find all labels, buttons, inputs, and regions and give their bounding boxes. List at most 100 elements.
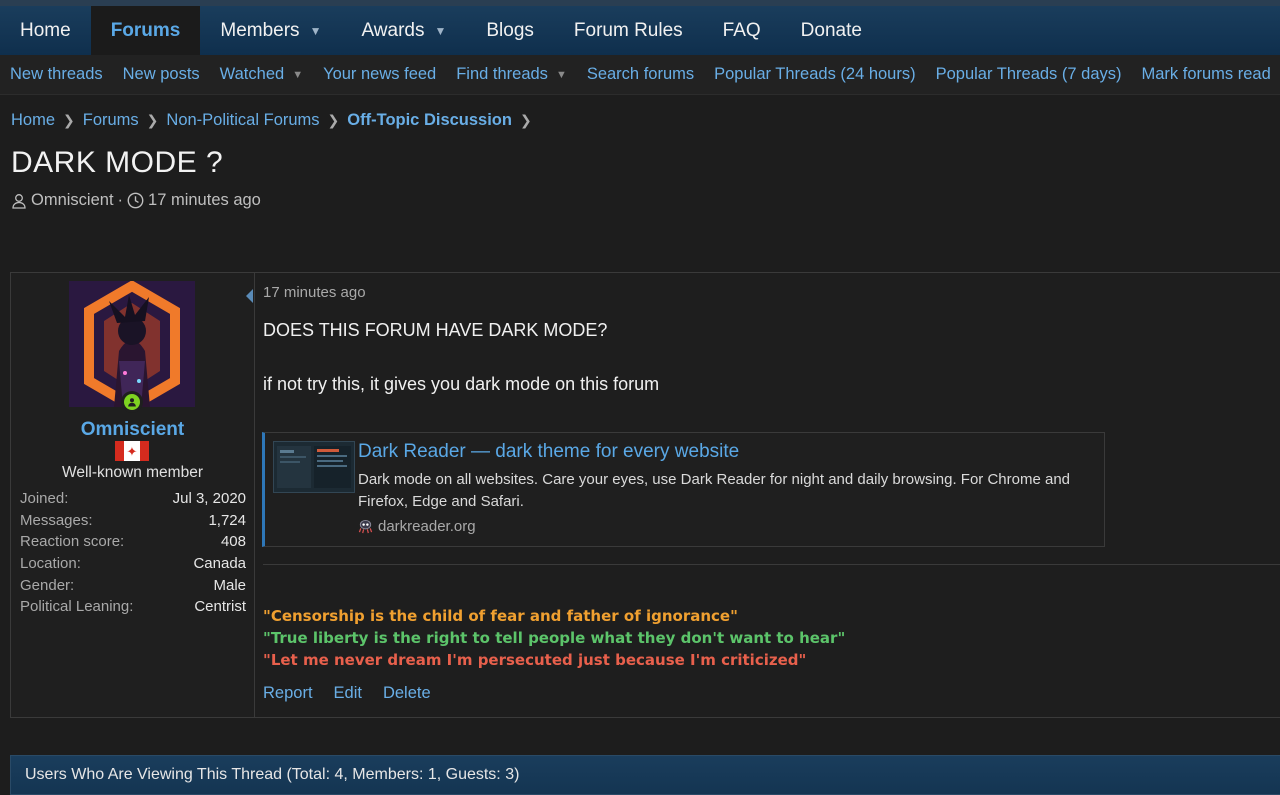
nav-tab-members[interactable]: Members ▼ (200, 6, 341, 55)
avatar[interactable] (69, 281, 195, 407)
chevron-right-icon: ❯ (146, 112, 159, 128)
user-stats: Joined: Jul 3, 2020 Messages: 1,724 Reacti… (20, 488, 246, 618)
stat-value: Centrist (194, 598, 246, 616)
stat-value[interactable]: 1,724 (208, 512, 246, 529)
subnav-label: New posts (122, 65, 200, 83)
breadcrumb-off-topic[interactable]: Off-Topic Discussion (347, 111, 512, 130)
separator-dot: · (117, 191, 124, 209)
users-viewing-label: Users Who Are Viewing This Thread (Total… (25, 766, 520, 783)
subnav-label: Search forums (586, 65, 695, 83)
chevron-right-icon: ❯ (327, 112, 340, 128)
stat-label: Reaction score: (20, 533, 125, 551)
chevron-right-icon: ❯ (63, 112, 75, 128)
nav-tab-label: Forum Rules (573, 19, 683, 41)
thread-time[interactable]: 17 minutes ago (148, 191, 261, 210)
nav-tab-blogs[interactable]: Blogs (466, 6, 554, 55)
subnav-label: Mark forums read (1141, 65, 1271, 83)
canada-flag-icon: ✦ (115, 441, 149, 461)
stat-reaction-score: Reaction score: 408 (20, 531, 246, 553)
edit-link[interactable]: Edit (334, 684, 362, 703)
signature-quote: "Censorship is the child of fear and fat… (263, 607, 738, 625)
post-actions: Report Edit Delete (263, 684, 452, 703)
subnav-popular-7d[interactable]: Popular Threads (7 days) (936, 65, 1122, 84)
subnav-label: Find threads (456, 65, 548, 83)
nav-tab-label: FAQ (722, 19, 761, 41)
subnav-label: New threads (10, 65, 103, 83)
stat-label: Messages: (20, 511, 93, 529)
link-preview-description: Dark mode on all websites. Care your eye… (358, 471, 1071, 510)
nav-tab-label: Awards (361, 19, 425, 41)
link-preview-title[interactable]: Dark Reader — dark theme for every websi… (358, 441, 739, 463)
nav-tab-label: Donate (800, 19, 862, 41)
stat-value[interactable]: Canada (193, 555, 246, 572)
signature-quote: "True liberty is the right to tell peopl… (263, 629, 846, 647)
online-status-indicator (121, 391, 143, 413)
nav-tab-awards[interactable]: Awards ▼ (341, 6, 466, 55)
report-link[interactable]: Report (263, 684, 313, 703)
thread-meta: Omniscient · 17 minutes ago (11, 191, 261, 210)
main-nav: Home Forums Members ▼ Awards ▼ Blogs Forum… (0, 6, 1280, 55)
subnav-news-feed[interactable]: Your news feed (323, 65, 436, 84)
link-preview-domain-row: darkreader.org (358, 518, 476, 535)
nav-tab-label: Home (20, 19, 71, 41)
stat-label: Location: (20, 555, 81, 573)
user-icon (12, 193, 26, 209)
subnav-find-threads[interactable]: Find threads ▼ (456, 65, 567, 84)
nav-tab-forums[interactable]: Forums (90, 6, 201, 55)
chevron-down-icon[interactable]: ▼ (556, 69, 567, 81)
stat-gender: Gender: Male (20, 574, 246, 596)
nav-tab-label: Blogs (486, 19, 534, 41)
post: Omniscient ✦ Well-known member Joined: Ju… (10, 272, 1280, 718)
subnav-new-threads[interactable]: New threads (10, 65, 103, 84)
subnav-popular-24h[interactable]: Popular Threads (24 hours) (714, 65, 915, 84)
stat-label: Political Leaning: (20, 598, 134, 616)
post-body-line: if not try this, it gives you dark mode … (263, 374, 660, 394)
breadcrumb-non-political[interactable]: Non-Political Forums (166, 111, 319, 130)
avatar-image (69, 281, 195, 407)
nav-tab-home[interactable]: Home (0, 6, 91, 55)
signature: "Censorship is the child of fear and fat… (263, 605, 845, 671)
stat-label: Joined: (20, 490, 69, 508)
sub-navigation-bar: New threads New posts Watched ▼ Your news… (0, 55, 1280, 95)
subnav-mark-forums-read[interactable]: Mark forums read (1141, 65, 1270, 84)
nav-tab-forum-rules[interactable]: Forum Rules (554, 6, 703, 55)
subnav-label: Watched (219, 65, 285, 83)
breadcrumb-forums[interactable]: Forums (83, 111, 139, 130)
link-preview-thumbnail (273, 441, 355, 493)
stat-joined: Joined: Jul 3, 2020 (20, 488, 246, 510)
nav-tab-faq[interactable]: FAQ (703, 6, 781, 55)
stat-value: Jul 3, 2020 (172, 490, 246, 508)
clock-icon (127, 192, 144, 209)
subnav-label: Your news feed (323, 65, 437, 83)
subnav-new-posts[interactable]: New posts (123, 65, 200, 84)
chevron-down-icon[interactable]: ▼ (310, 24, 322, 38)
chevron-down-icon[interactable]: ▼ (292, 69, 303, 81)
post-body-line: DOES THIS FORUM HAVE DARK MODE? (263, 320, 608, 340)
page-title: DARK MODE ? (11, 146, 224, 179)
user-title: Well-known member (62, 464, 203, 481)
stat-value: Male (213, 576, 246, 594)
nav-tab-donate[interactable]: Donate (781, 6, 882, 55)
nav-tab-label: Forums (110, 19, 181, 41)
subnav-label: Popular Threads (24 hours) (714, 65, 916, 83)
subnav-search-forums[interactable]: Search forums (587, 65, 694, 84)
breadcrumb-home[interactable]: Home (11, 111, 55, 130)
darkreader-favicon-icon (358, 519, 373, 534)
stat-political-leaning: Political Leaning: Centrist (20, 596, 246, 618)
post-arrow-indicator (246, 289, 253, 303)
signature-divider (263, 564, 1280, 565)
users-viewing-thread-header: Users Who Are Viewing This Thread (Total… (10, 755, 1280, 795)
chevron-down-icon[interactable]: ▼ (434, 24, 446, 38)
link-preview-card[interactable]: Dark Reader — dark theme for every websi… (262, 432, 1105, 547)
post-username[interactable]: Omniscient (11, 419, 254, 441)
user-online-icon (124, 394, 140, 410)
breadcrumb: Home ❯ Forums ❯ Non-Political Forums ❯ O… (11, 111, 540, 130)
subnav-watched[interactable]: Watched ▼ (220, 65, 303, 84)
post-message: 17 minutes ago DOES THIS FORUM HAVE DARK… (246, 273, 1280, 717)
delete-link[interactable]: Delete (383, 684, 431, 703)
thread-author[interactable]: Omniscient (31, 191, 114, 210)
post-timestamp[interactable]: 17 minutes ago (263, 284, 366, 301)
signature-quote: "Let me never dream I'm persecuted just … (263, 651, 807, 669)
stat-messages: Messages: 1,724 (20, 510, 246, 532)
nav-tab-label: Members (220, 19, 300, 41)
